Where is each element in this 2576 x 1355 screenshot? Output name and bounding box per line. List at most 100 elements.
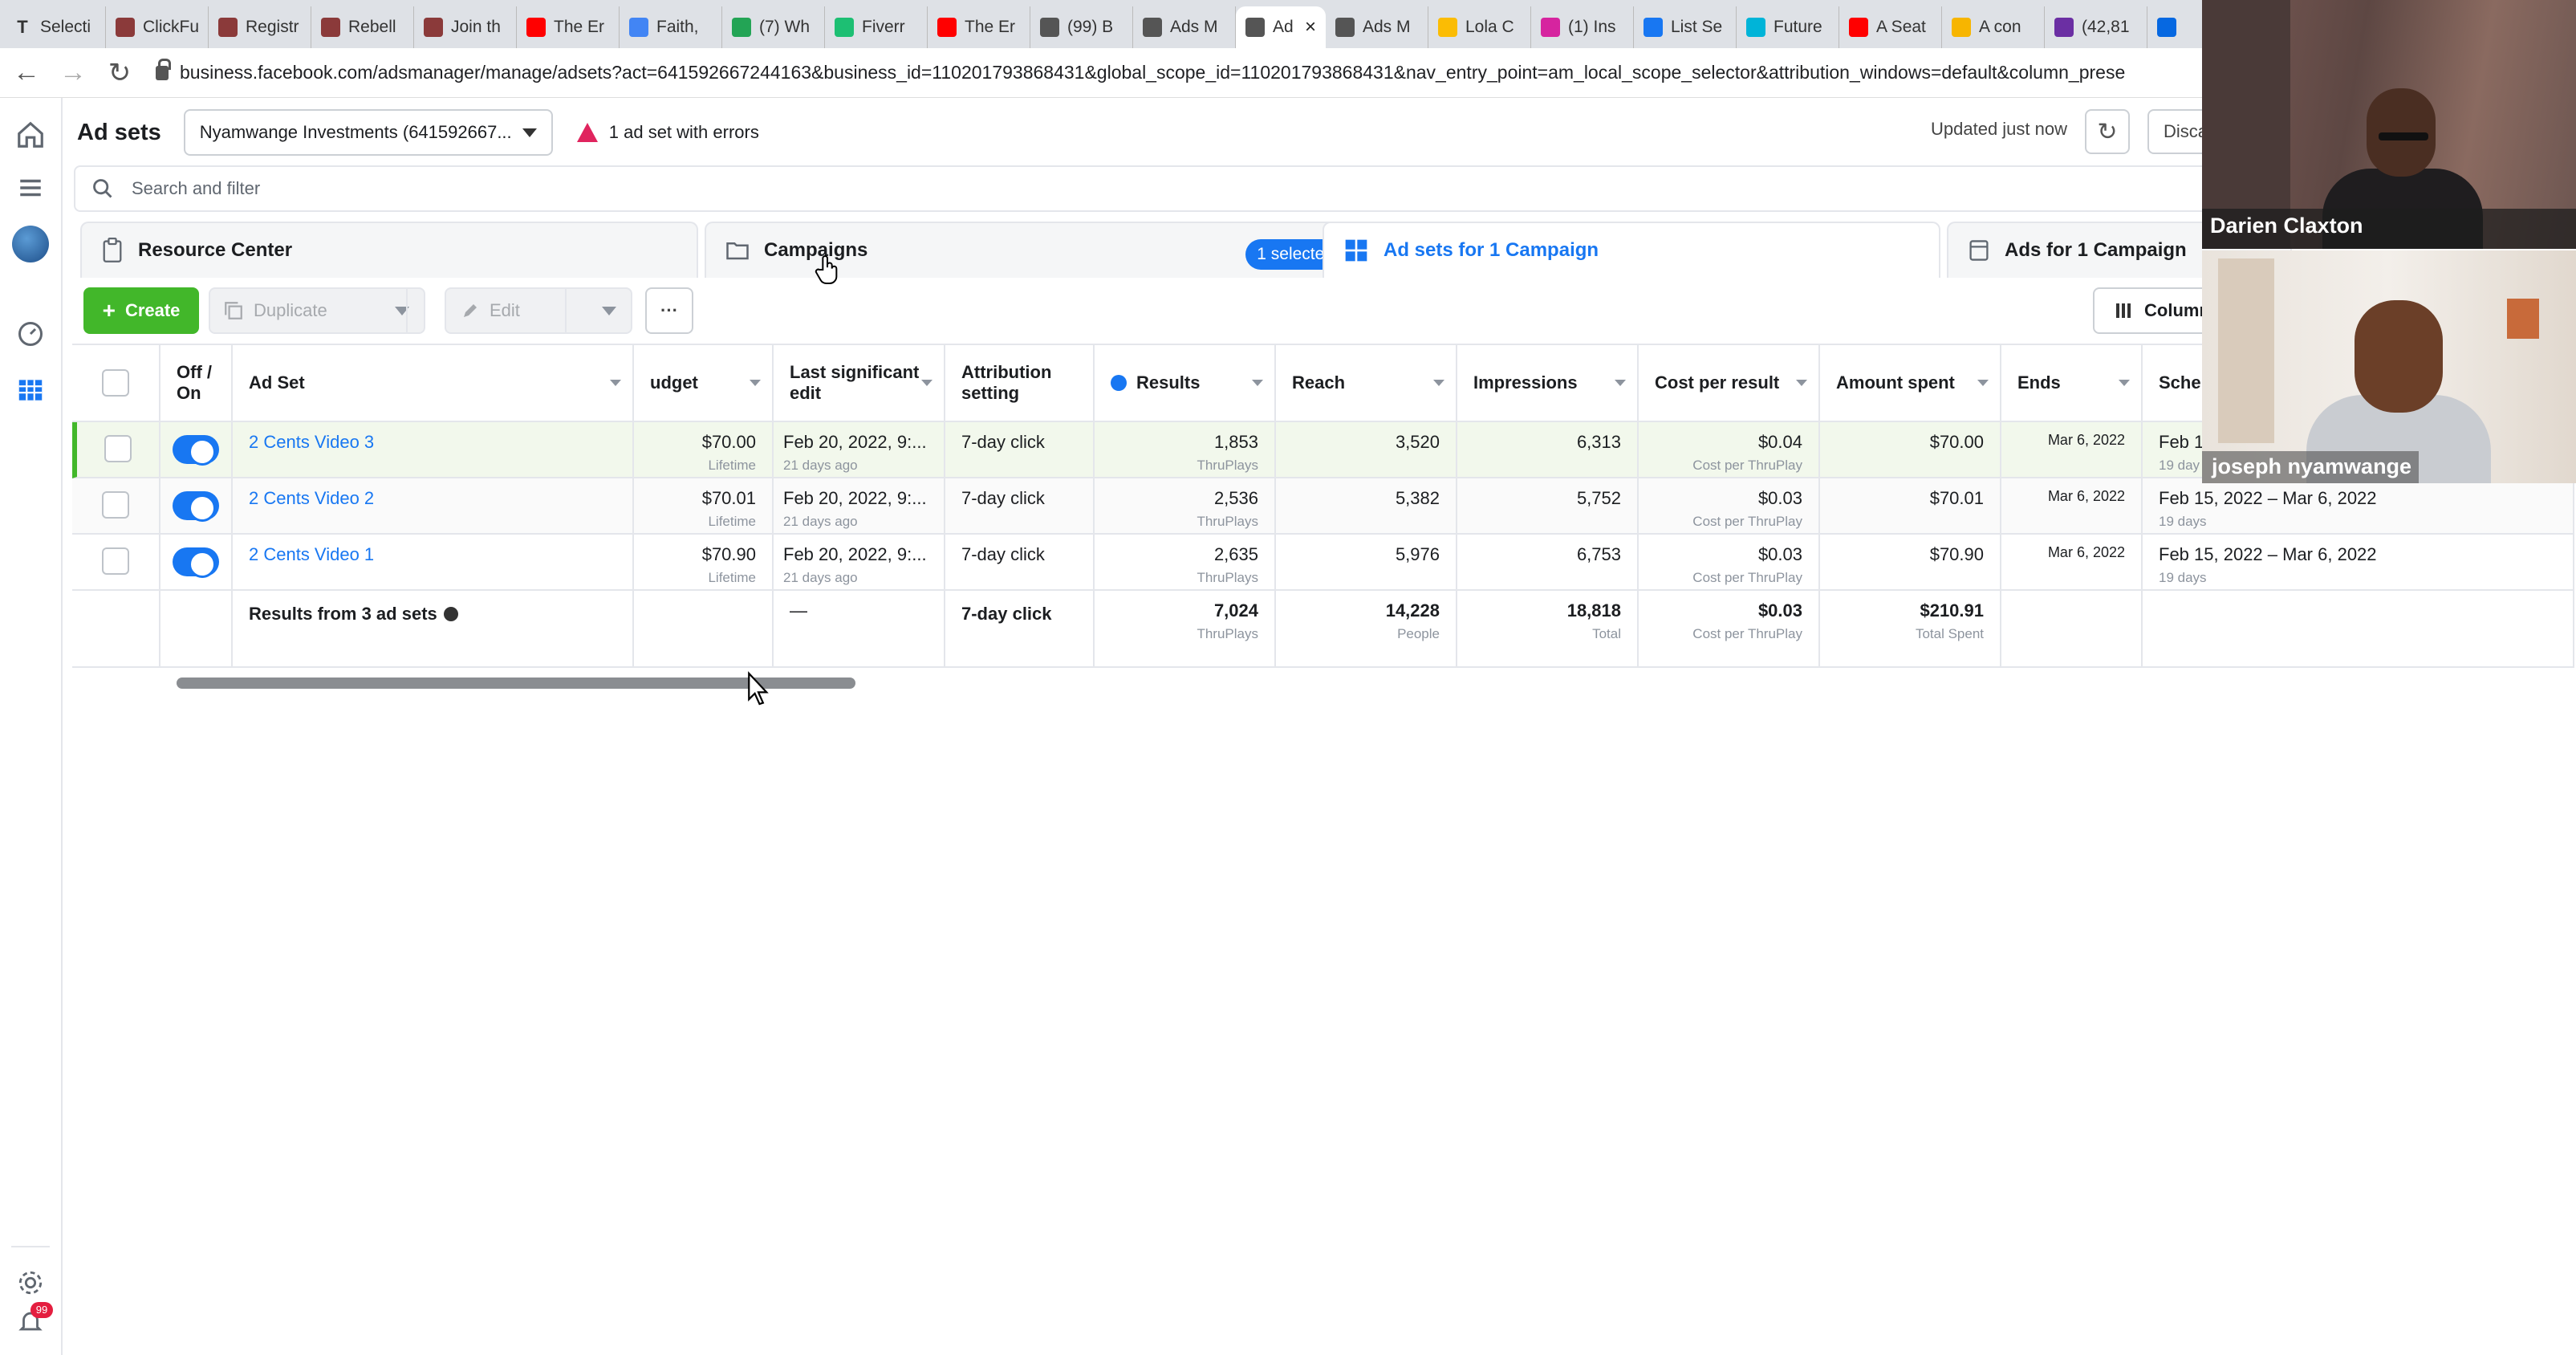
column-header-adset[interactable]: Ad Set — [233, 345, 634, 422]
column-header-impressions[interactable]: Impressions — [1457, 345, 1639, 422]
browser-tab[interactable]: Future — [1737, 6, 1839, 48]
column-header-budget[interactable]: udget — [634, 345, 774, 422]
browser-tab[interactable]: Registr — [209, 6, 311, 48]
sort-chevron-icon[interactable] — [610, 380, 621, 386]
account-selector[interactable]: Nyamwange Investments (641592667... — [183, 109, 553, 156]
more-actions-button[interactable]: ··· — [645, 287, 693, 334]
refresh-icon[interactable]: ↻ — [2085, 109, 2130, 154]
notifications-bell-icon[interactable]: 99 — [11, 1302, 53, 1341]
row-checkbox[interactable] — [104, 435, 132, 462]
adset-name-cell[interactable]: 2 Cents Video 2 — [233, 478, 634, 535]
account-avatar-icon[interactable] — [11, 225, 50, 263]
info-icon[interactable] — [443, 607, 458, 621]
forward-icon[interactable]: → — [53, 53, 93, 93]
home-icon[interactable] — [11, 116, 50, 154]
sort-chevron-icon[interactable] — [1252, 380, 1263, 386]
browser-tab[interactable]: T Selecti — [3, 6, 106, 48]
edit-button[interactable]: Edit — [445, 287, 632, 334]
on-off-toggle[interactable] — [173, 547, 219, 578]
ends-value: Mar 6, 2022 — [2047, 544, 2125, 560]
browser-tab[interactable]: The Er — [517, 6, 620, 48]
tab-resource-center[interactable]: Resource Center — [80, 222, 698, 278]
sort-chevron-icon[interactable] — [921, 380, 932, 386]
column-header-label: Ad Set — [249, 372, 305, 393]
browser-tab[interactable]: Ad × — [1236, 6, 1326, 48]
cost-per-result-value: $0.03 — [1757, 488, 1802, 508]
sort-chevron-icon[interactable] — [1796, 380, 1807, 386]
ads-manager-table-icon[interactable] — [11, 371, 50, 409]
column-header-offon[interactable]: Off / On — [160, 345, 233, 422]
sort-chevron-icon[interactable] — [750, 380, 761, 386]
row-checkbox[interactable] — [102, 491, 129, 519]
browser-tab[interactable]: Join th — [414, 6, 517, 48]
page-header: Ad sets Nyamwange Investments (641592667… — [63, 98, 2244, 167]
create-label: Create — [124, 300, 181, 320]
create-button[interactable]: + Create — [83, 287, 199, 334]
column-header-attribution[interactable]: Attribution setting — [945, 345, 1095, 422]
dashboard-icon[interactable] — [11, 315, 50, 353]
browser-tab-label: Ad — [1273, 18, 1294, 36]
totals-empty — [72, 591, 160, 668]
row-checkbox[interactable] — [102, 547, 129, 575]
settings-gear-icon[interactable] — [11, 1263, 50, 1302]
browser-tab[interactable]: ClickFu — [106, 6, 209, 48]
column-header-reach[interactable]: Reach — [1276, 345, 1457, 422]
column-header-spent[interactable]: Amount spent — [1820, 345, 2001, 422]
totals-spent-type: Total Spent — [1915, 626, 1984, 641]
browser-tab[interactable]: The Er — [928, 6, 1030, 48]
search-filter-bar[interactable]: Search and filter — [74, 165, 2208, 212]
tab-adsets[interactable]: Ad sets for 1 Campaign — [1323, 222, 1940, 278]
select-all-checkbox[interactable] — [102, 369, 129, 397]
cost-per-result-cell: $0.04 Cost per ThruPlay — [1639, 422, 1820, 478]
browser-tab[interactable]: Ads M — [1133, 6, 1236, 48]
schedule-value: Feb 15, 2022 – Mar 6, 2022 — [2159, 544, 2377, 564]
page-icon — [321, 18, 340, 37]
error-text: 1 ad set with errors — [608, 122, 759, 142]
column-header-ends[interactable]: Ends — [2001, 345, 2143, 422]
url-field[interactable]: business.facebook.com/adsmanager/manage/… — [156, 58, 2125, 83]
browser-tab[interactable]: List Se — [1634, 6, 1737, 48]
column-header-cpr[interactable]: Cost per result — [1639, 345, 1820, 422]
browser-tab[interactable]: (42,81 — [2045, 6, 2147, 48]
totals-cpr-type: Cost per ThruPlay — [1692, 626, 1802, 641]
sort-chevron-icon[interactable] — [2119, 380, 2130, 386]
row-checkbox-cell[interactable] — [72, 422, 160, 478]
browser-tab[interactable]: Fiverr — [825, 6, 928, 48]
adset-name-cell[interactable]: 2 Cents Video 1 — [233, 535, 634, 591]
adset-name-cell[interactable]: 2 Cents Video 3 — [233, 422, 634, 478]
back-icon[interactable]: ← — [6, 53, 47, 93]
on-off-toggle[interactable] — [173, 435, 219, 466]
sort-chevron-icon[interactable] — [1977, 380, 1989, 386]
column-header-last_edit[interactable]: Last significant edit — [774, 345, 945, 422]
reload-icon[interactable]: ↻ — [100, 53, 140, 93]
close-tab-icon[interactable]: × — [1305, 16, 1316, 39]
notification-badge: 99 — [30, 1302, 53, 1318]
browser-tab[interactable]: A Seat — [1839, 6, 1942, 48]
browser-tab[interactable]: (99) B — [1030, 6, 1133, 48]
totals-empty — [160, 591, 233, 668]
on-off-toggle[interactable] — [173, 491, 219, 522]
browser-tab[interactable]: A con — [1942, 6, 2045, 48]
menu-icon[interactable] — [11, 169, 50, 207]
browser-tab[interactable]: (7) Wh — [722, 6, 825, 48]
account-name: Nyamwange Investments (641592667... — [199, 122, 512, 142]
row-checkbox-cell[interactable] — [72, 535, 160, 591]
column-header-results[interactable]: Results — [1095, 345, 1276, 422]
cost-per-result-type: Cost per ThruPlay — [1692, 458, 1802, 473]
row-checkbox-cell[interactable] — [72, 478, 160, 535]
browser-tab[interactable]: Ads M — [1326, 6, 1428, 48]
sort-chevron-icon[interactable] — [1433, 380, 1444, 386]
browser-tab[interactable]: Rebell — [311, 6, 414, 48]
duplicate-button[interactable]: Duplicate — [209, 287, 425, 334]
totals-attribution-cell: 7-day click — [945, 591, 1095, 668]
tab-campaigns[interactable]: Campaigns 1 selected × — [705, 222, 1396, 278]
browser-tab[interactable]: Lola C — [1428, 6, 1531, 48]
browser-tab[interactable]: (1) Ins — [1531, 6, 1634, 48]
error-warning[interactable]: 1 ad set with errors — [576, 122, 759, 143]
sort-chevron-icon[interactable] — [1615, 380, 1626, 386]
edit-dropdown-icon[interactable] — [602, 306, 616, 315]
tab-ads-label: Ads for 1 Campaign — [2005, 239, 2187, 261]
cost-per-result-cell: $0.03 Cost per ThruPlay — [1639, 535, 1820, 591]
presenter-1-name: Darien Claxton — [2210, 214, 2363, 238]
browser-tab[interactable]: Faith, — [620, 6, 722, 48]
